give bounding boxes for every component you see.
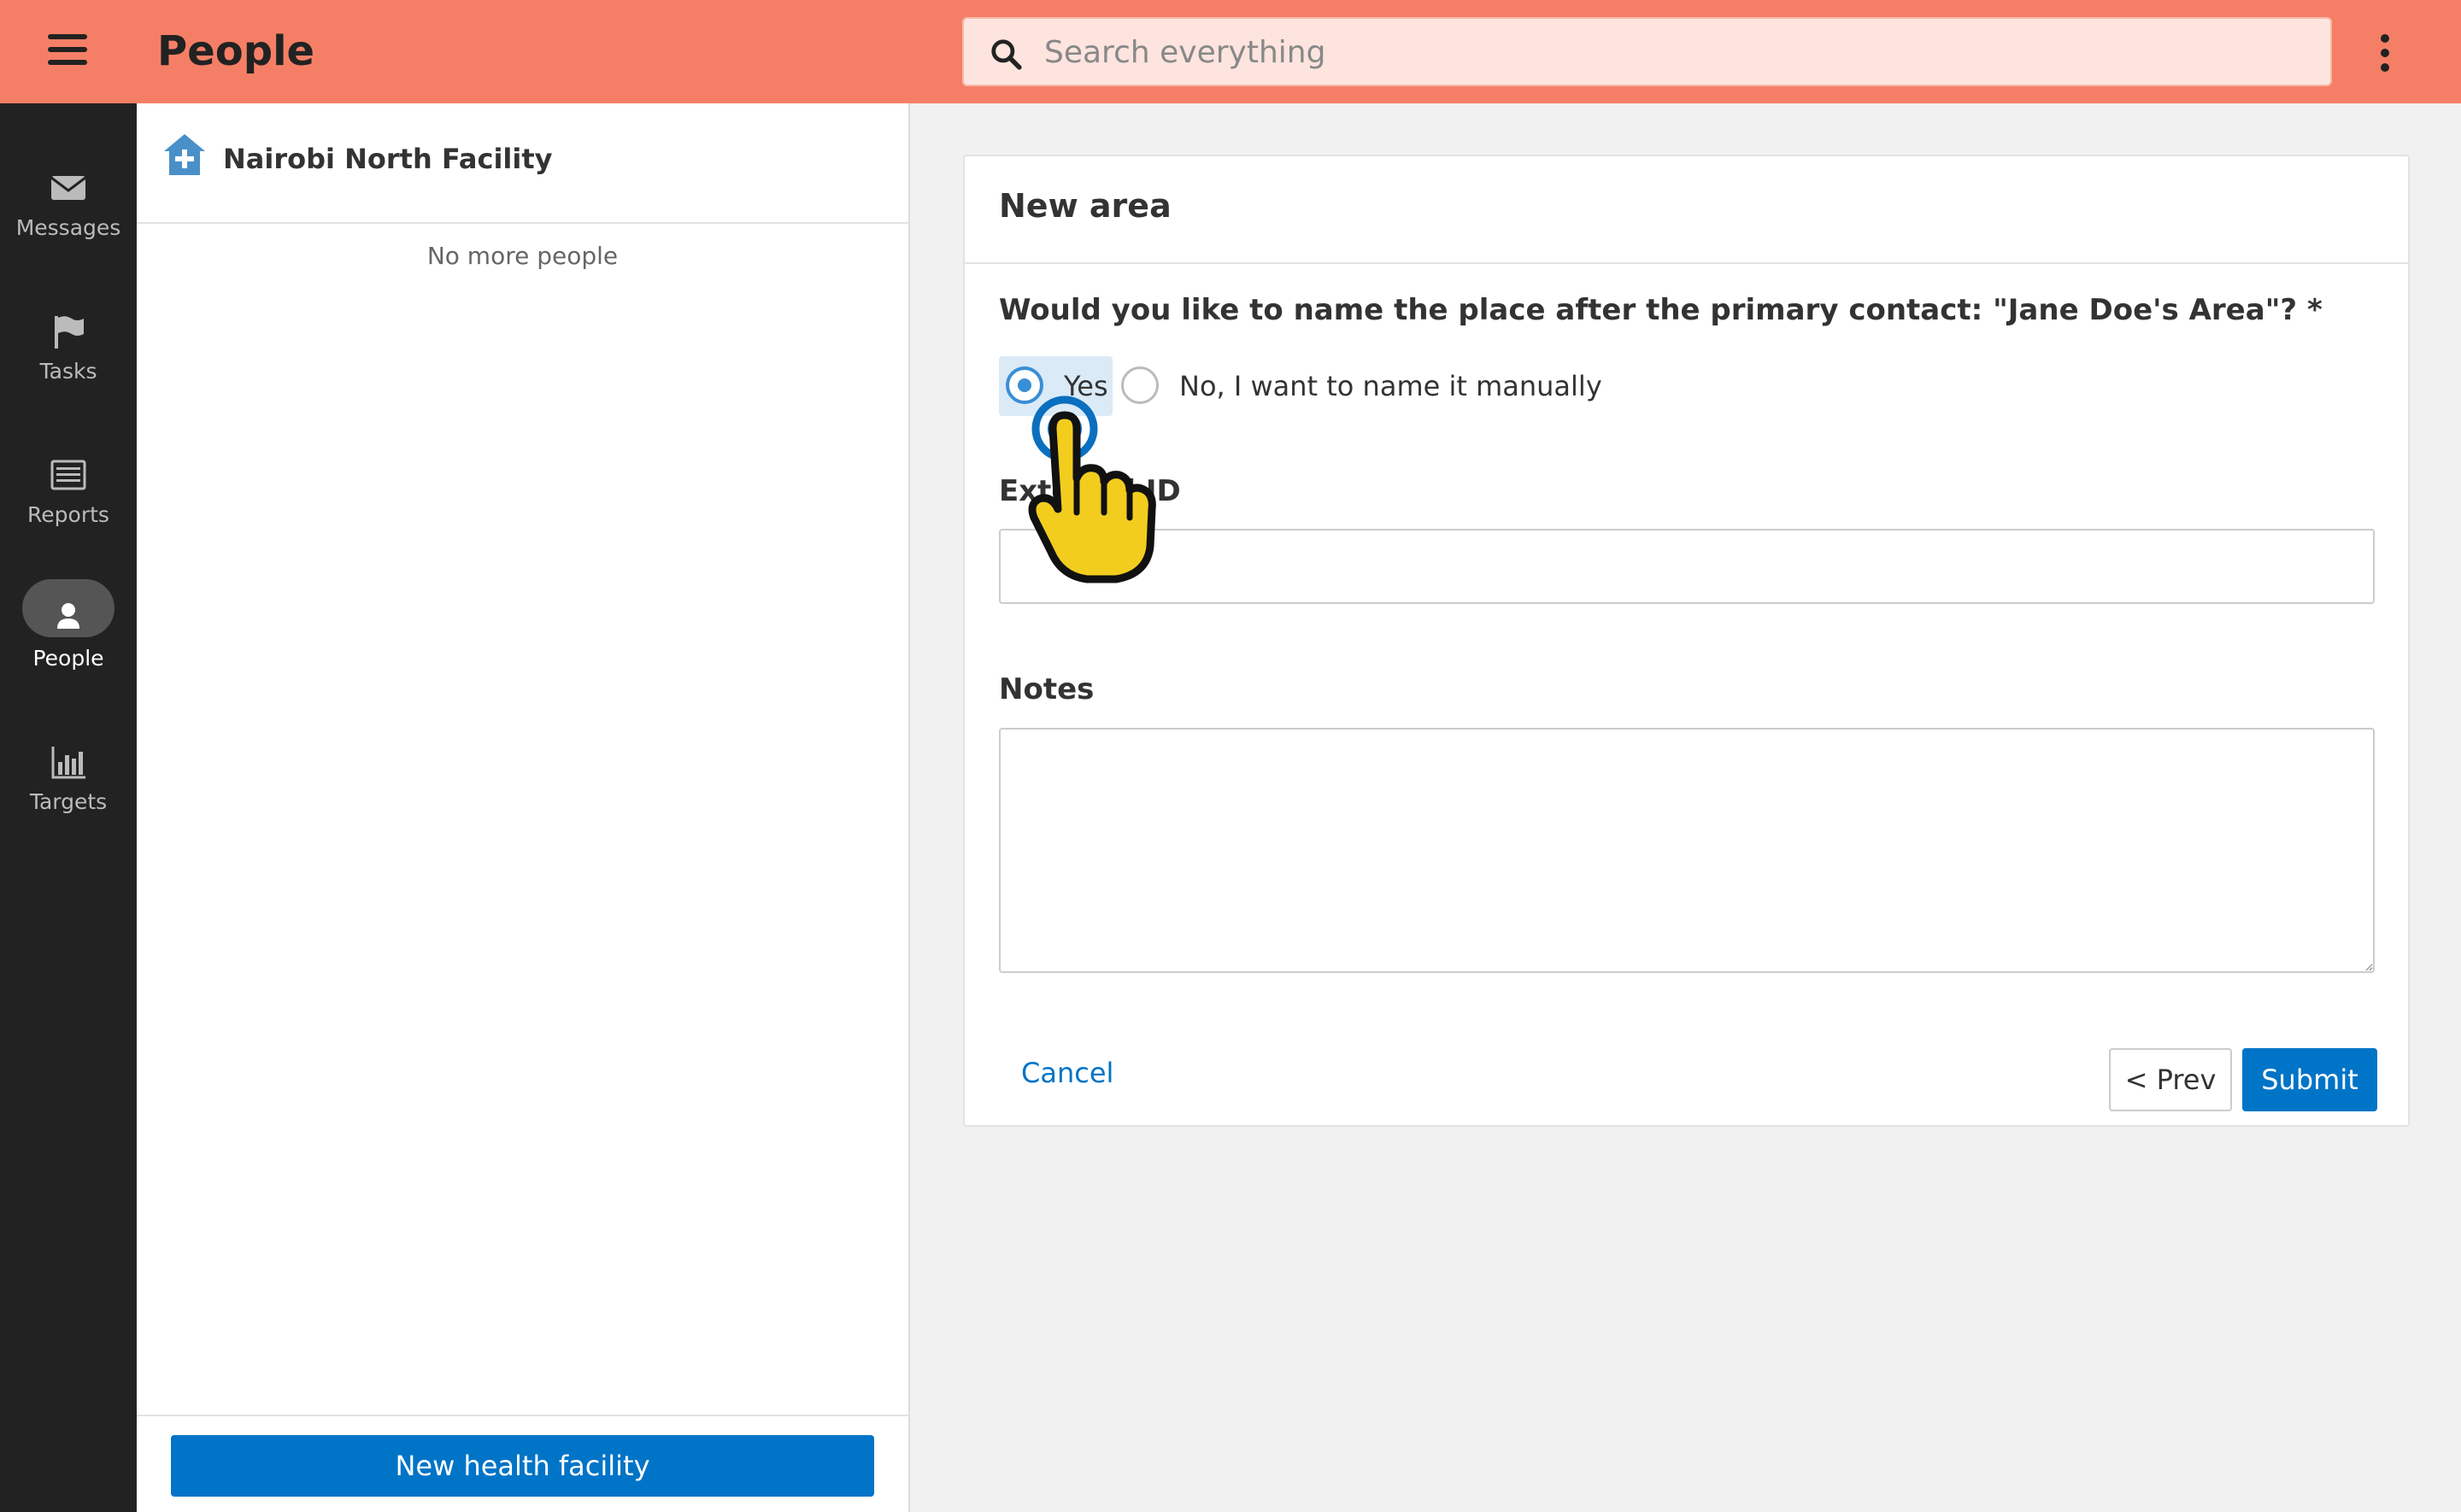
person-icon (57, 603, 79, 629)
facility-row[interactable]: Nairobi North Facility (137, 103, 908, 224)
new-health-facility-button[interactable]: New health facility (171, 1435, 874, 1497)
external-id-label: External ID (999, 474, 1181, 508)
nav-item-messages[interactable]: Messages (0, 167, 137, 287)
contacts-panel: Nairobi North Facility No more people Ne… (137, 103, 910, 1512)
submit-button[interactable]: Submit (2242, 1048, 2377, 1111)
health-facility-icon (164, 134, 205, 175)
new-area-form: New area Would you like to name the plac… (963, 155, 2410, 1127)
radio-no-label[interactable]: No, I want to name it manually (1179, 370, 1602, 402)
empty-list-text: No more people (426, 242, 619, 270)
external-id-input[interactable] (999, 529, 2375, 604)
facility-name: Nairobi North Facility (223, 143, 553, 175)
nav-item-tasks[interactable]: Tasks (0, 311, 137, 431)
cancel-link[interactable]: Cancel (1021, 1057, 1113, 1089)
kebab-menu-icon[interactable] (2376, 34, 2394, 72)
nav-label-reports: Reports (27, 502, 109, 527)
radio-yes-label[interactable]: Yes (1064, 370, 1108, 402)
nav-item-reports[interactable]: Reports (0, 454, 137, 574)
flag-icon (55, 316, 84, 349)
naming-question: Would you like to name the place after t… (999, 293, 2323, 327)
bar-chart-icon (51, 747, 85, 779)
search-bar[interactable] (962, 17, 2332, 86)
nav-item-targets[interactable]: Targets (0, 741, 137, 861)
contacts-footer: New health facility (137, 1415, 908, 1512)
hamburger-menu-icon[interactable] (48, 34, 87, 68)
page-title: People (157, 27, 315, 75)
envelope-icon (50, 176, 86, 200)
form-title: New area (999, 187, 1172, 225)
nav-label-people: People (32, 646, 104, 671)
list-icon (50, 460, 86, 490)
radio-yes[interactable] (1006, 366, 1043, 404)
top-header: People (0, 0, 2461, 103)
nav-label-messages: Messages (15, 215, 121, 240)
notes-label: Notes (999, 672, 1095, 706)
divider (965, 262, 2408, 264)
search-input[interactable] (1044, 27, 2309, 77)
prev-button[interactable]: < Prev (2109, 1048, 2232, 1111)
notes-textarea[interactable] (999, 728, 2375, 973)
nav-label-targets: Targets (29, 789, 108, 814)
left-nav: Messages Tasks Reports People Targets (0, 103, 137, 1512)
nav-label-tasks: Tasks (39, 359, 97, 384)
radio-no[interactable] (1121, 366, 1159, 404)
search-icon (991, 39, 1022, 70)
nav-item-people[interactable]: People (0, 579, 137, 718)
